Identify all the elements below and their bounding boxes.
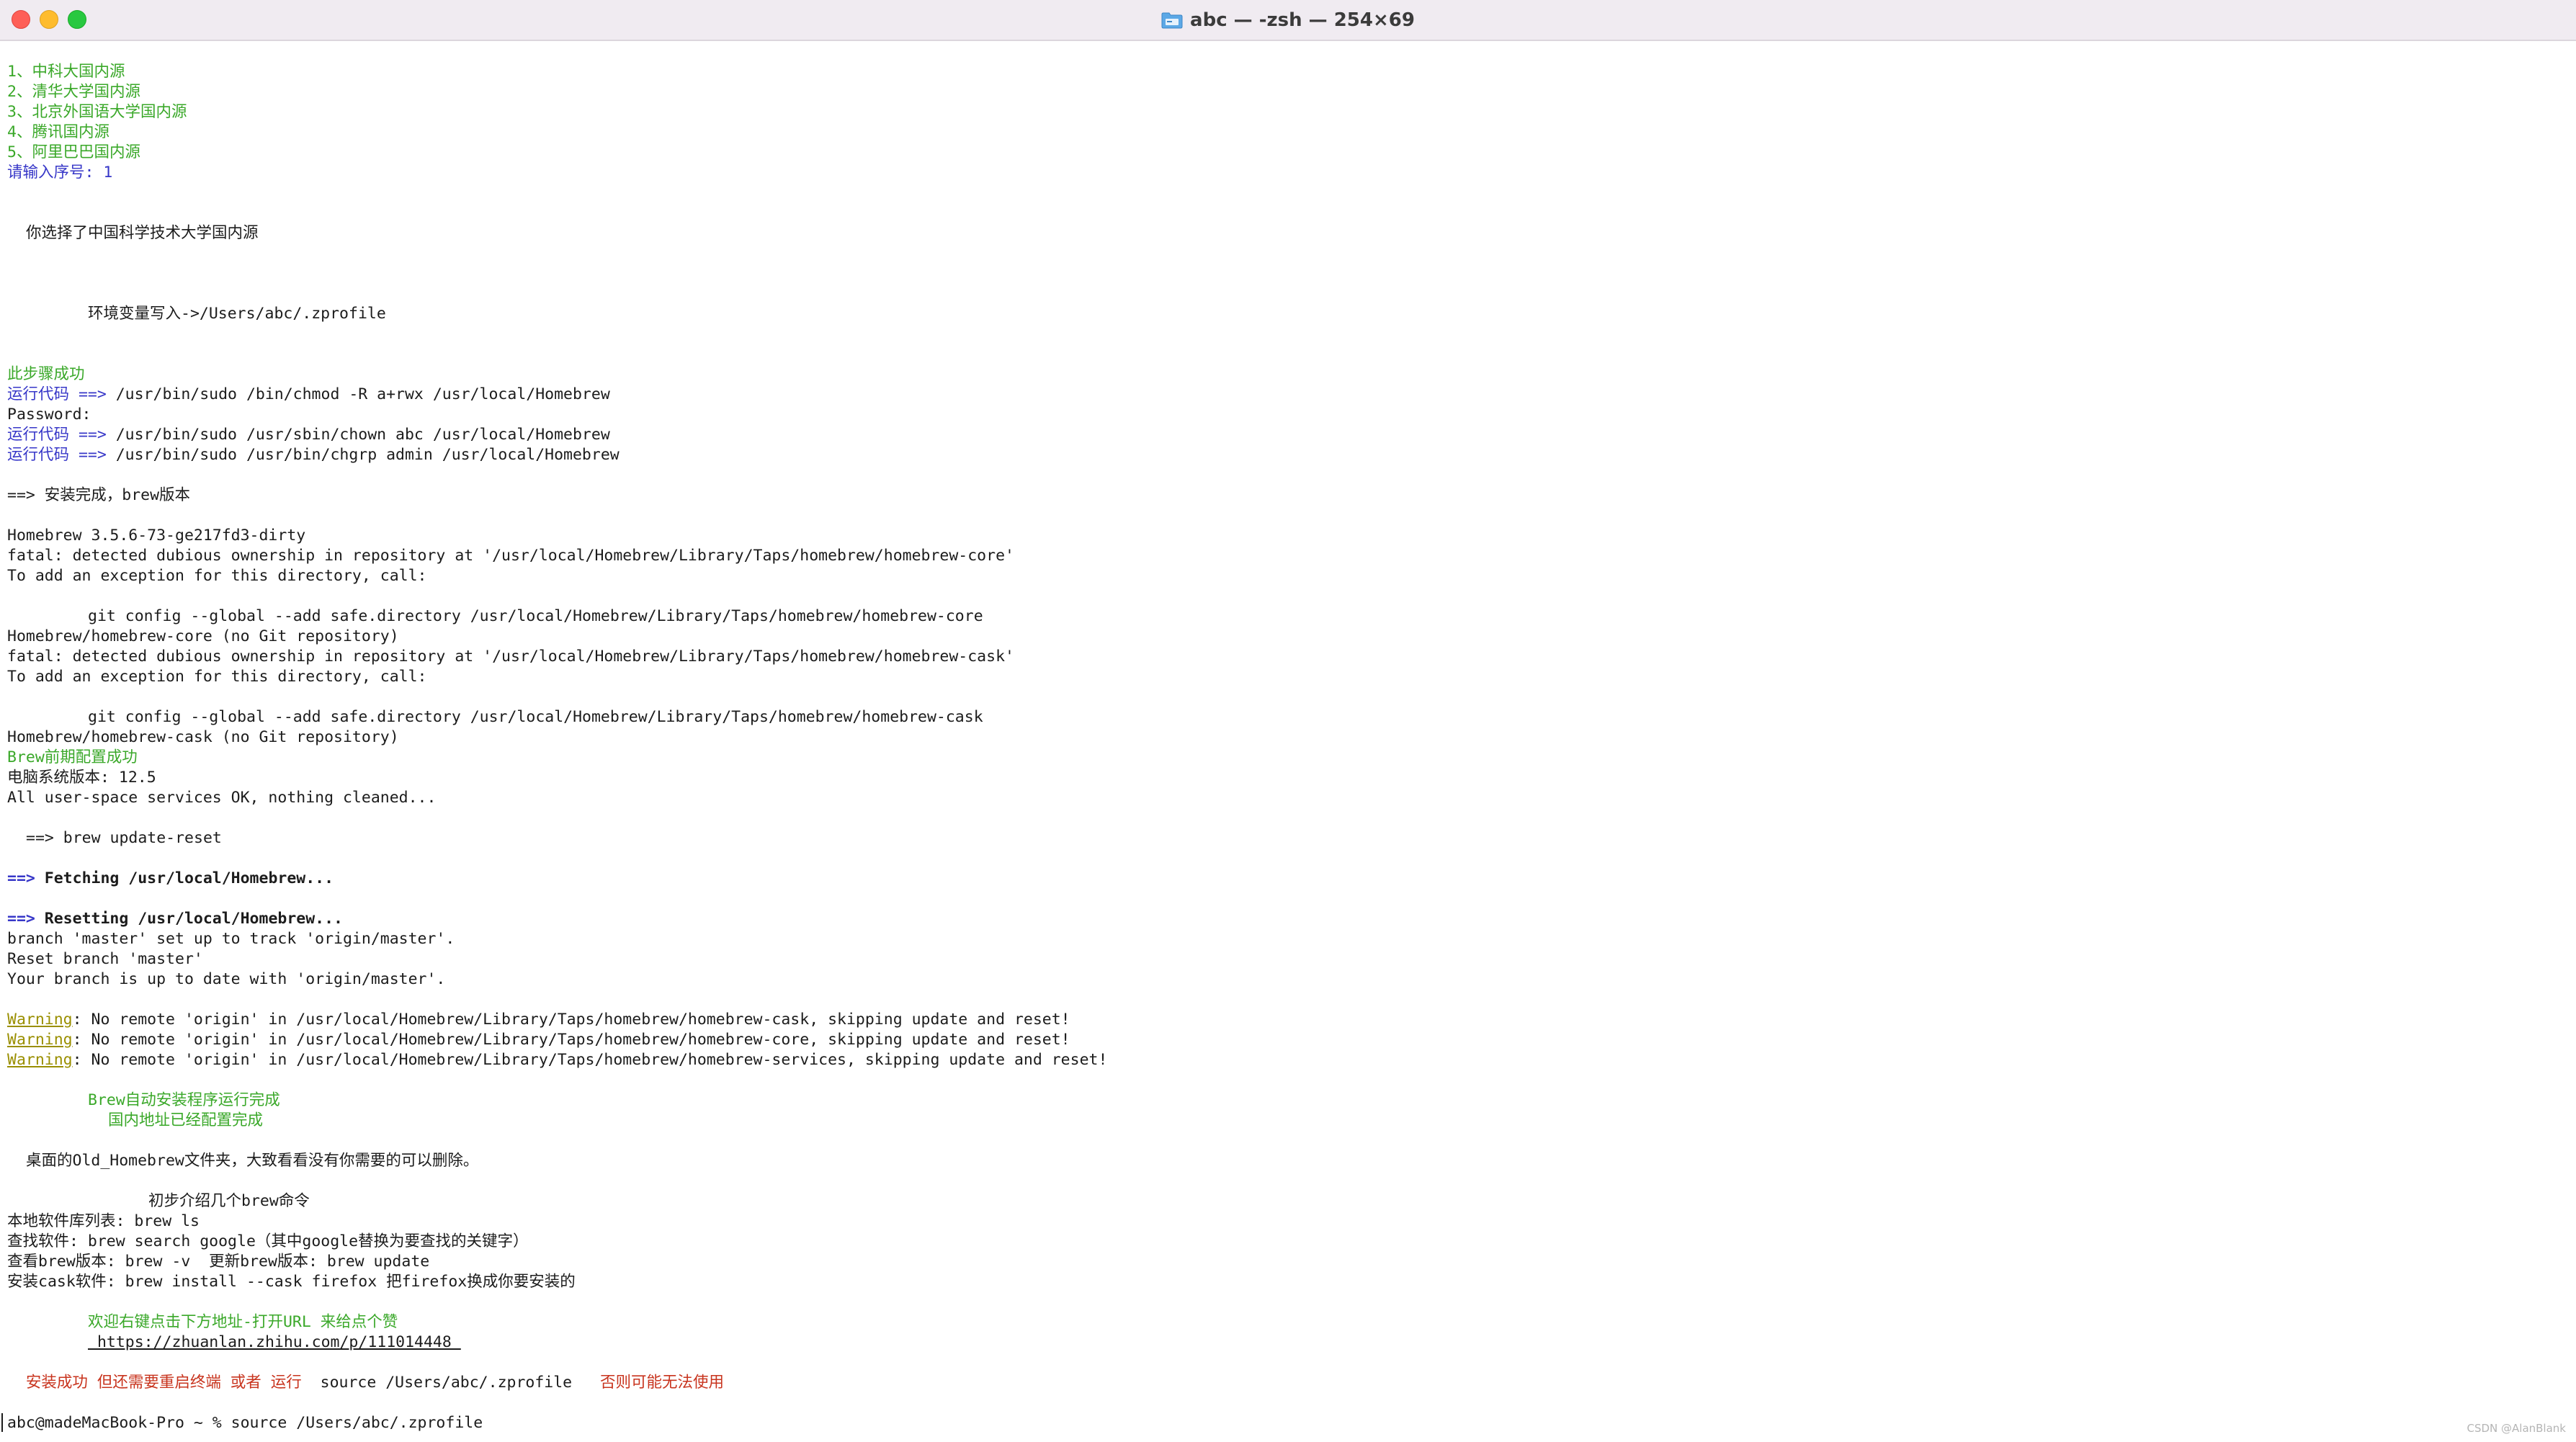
arrow: ==> <box>7 869 35 887</box>
run-line-2: 运行代码 ==> /usr/bin/sudo /usr/sbin/chown a… <box>7 425 2576 445</box>
exception-hint: To add an exception for this directory, … <box>7 668 427 686</box>
resetting-text: Resetting /usr/local/Homebrew... <box>35 910 343 928</box>
shell-prompt: abc@madeMacBook-Pro ~ % source /Users/ab… <box>7 1414 483 1432</box>
arrow: ==> <box>7 910 35 928</box>
warning-label: Warning <box>7 1051 73 1069</box>
step-success: 此步骤成功 <box>7 365 85 383</box>
input-prompt: 请输入序号: 1 <box>7 164 113 182</box>
update-reset: ==> brew update-reset <box>26 829 222 847</box>
fatal-line: fatal: detected dubious ownership in rep… <box>7 648 1014 666</box>
branch-track: branch 'master' set up to track 'origin/… <box>7 930 455 948</box>
window-title-group: abc — -zsh — 254×69 <box>0 0 2576 40</box>
fetching-text: Fetching /usr/local/Homebrew... <box>35 869 334 887</box>
run-label: 运行代码 ==> <box>7 446 107 464</box>
warning-label: Warning <box>7 1011 73 1029</box>
menu-item: 1、中科大国内源 <box>7 63 125 81</box>
fetching-line: ==> Fetching /usr/local/Homebrew... <box>7 869 2576 889</box>
up-to-date: Your branch is up to date with 'origin/m… <box>7 970 446 988</box>
no-git-line: Homebrew/homebrew-cask (no Git repositor… <box>7 728 399 746</box>
final-warning-b: 否则可能无法使用 <box>599 1374 724 1392</box>
reset-branch: Reset branch 'master' <box>7 950 203 968</box>
watermark: CSDN @AlanBlank <box>2467 1422 2566 1435</box>
menu-item: 4、腾讯国内源 <box>7 123 109 141</box>
git-config-line: git config --global --add safe.directory… <box>88 607 983 625</box>
brew-version: Homebrew 3.5.6-73-ge217fd3-dirty <box>7 527 306 545</box>
warning-text: : No remote 'origin' in /usr/local/Homeb… <box>72 1011 1070 1029</box>
run-command: /usr/bin/sudo /bin/chmod -R a+rwx /usr/l… <box>106 385 610 403</box>
zhihu-link[interactable]: https://zhuanlan.zhihu.com/p/111014448 <box>88 1333 461 1351</box>
cmd-help: 查找软件: brew search google（其中google替换为要查找的… <box>7 1232 529 1250</box>
fatal-line: fatal: detected dubious ownership in rep… <box>7 547 1014 565</box>
final-warning-a: 安装成功 但还需要重启终端 或者 运行 <box>25 1374 302 1392</box>
services-ok: All user-space services OK, nothing clea… <box>7 789 437 807</box>
run-label: 运行代码 ==> <box>7 385 107 403</box>
run-line-3: 运行代码 ==> /usr/bin/sudo /usr/bin/chgrp ad… <box>7 445 2576 465</box>
menu-item: 3、北京外国语大学国内源 <box>7 103 187 121</box>
env-write-line: 环境变量写入->/Users/abc/.zprofile <box>88 305 386 323</box>
warning-line-3: Warning: No remote 'origin' in /usr/loca… <box>7 1050 2576 1070</box>
git-config-line: git config --global --add safe.directory… <box>88 708 983 726</box>
final-warning: 安装成功 但还需要重启终端 或者 运行 source /Users/abc/.z… <box>7 1373 2576 1393</box>
resetting-line: ==> Resetting /usr/local/Homebrew... <box>7 909 2576 929</box>
no-git-line: Homebrew/homebrew-core (no Git repositor… <box>7 627 399 645</box>
menu-item: 2、清华大学国内源 <box>7 83 140 101</box>
warning-line-2: Warning: No remote 'origin' in /usr/loca… <box>7 1030 2576 1050</box>
password-line: Password: <box>7 406 91 424</box>
auto-done: Brew自动安装程序运行完成 <box>88 1091 280 1109</box>
run-label: 运行代码 ==> <box>7 426 107 444</box>
warning-text: : No remote 'origin' in /usr/local/Homeb… <box>72 1051 1108 1069</box>
terminal-output[interactable]: 1、中科大国内源 2、清华大学国内源 3、北京外国语大学国内源 4、腾讯国内源 … <box>1 62 2576 1433</box>
menu-item: 5、阿里巴巴国内源 <box>7 143 140 161</box>
chosen-source: 你选择了中国科学技术大学国内源 <box>26 224 259 242</box>
window-title: abc — -zsh — 254×69 <box>1190 9 1415 31</box>
cursor-caret <box>1 1413 3 1432</box>
pre-config-ok: Brew前期配置成功 <box>7 748 138 766</box>
install-done: ==> 安装完成，brew版本 <box>7 486 191 504</box>
cmd-help: 查看brew版本: brew -v 更新brew版本: brew update <box>7 1253 430 1271</box>
terminal-window: abc — -zsh — 254×69 1、中科大国内源 2、清华大学国内源 3… <box>0 0 2576 1442</box>
welcome-line: 欢迎右键点击下方地址-打开URL 来给点个赞 <box>88 1313 398 1331</box>
final-command: source /Users/abc/.zprofile <box>320 1374 573 1392</box>
folder-icon <box>1161 12 1183 28</box>
cmd-help: 安装cask软件: brew install --cask firefox 把f… <box>7 1273 576 1291</box>
exception-hint: To add an exception for this directory, … <box>7 567 427 585</box>
warning-line-1: Warning: No remote 'origin' in /usr/loca… <box>7 1010 2576 1030</box>
intro-line: 初步介绍几个brew命令 <box>148 1192 310 1210</box>
run-command: /usr/bin/sudo /usr/sbin/chown abc /usr/l… <box>106 426 610 444</box>
warning-text: : No remote 'origin' in /usr/local/Homeb… <box>72 1031 1070 1049</box>
os-version: 电脑系统版本: 12.5 <box>7 769 156 787</box>
run-line-1: 运行代码 ==> /usr/bin/sudo /bin/chmod -R a+r… <box>7 385 2576 405</box>
shell-prompt-line[interactable]: abc@madeMacBook-Pro ~ % source /Users/ab… <box>1 1413 2576 1433</box>
mirror-done: 国内地址已经配置完成 <box>108 1111 264 1129</box>
cmd-help: 本地软件库列表: brew ls <box>7 1212 200 1230</box>
old-folder-note: 桌面的Old_Homebrew文件夹，大致看看没有你需要的可以删除。 <box>26 1152 479 1170</box>
run-command: /usr/bin/sudo /usr/bin/chgrp admin /usr/… <box>106 446 620 464</box>
warning-label: Warning <box>7 1031 73 1049</box>
url-line: https://zhuanlan.zhihu.com/p/111014448 <box>7 1333 2576 1353</box>
title-bar[interactable]: abc — -zsh — 254×69 <box>0 0 2576 41</box>
